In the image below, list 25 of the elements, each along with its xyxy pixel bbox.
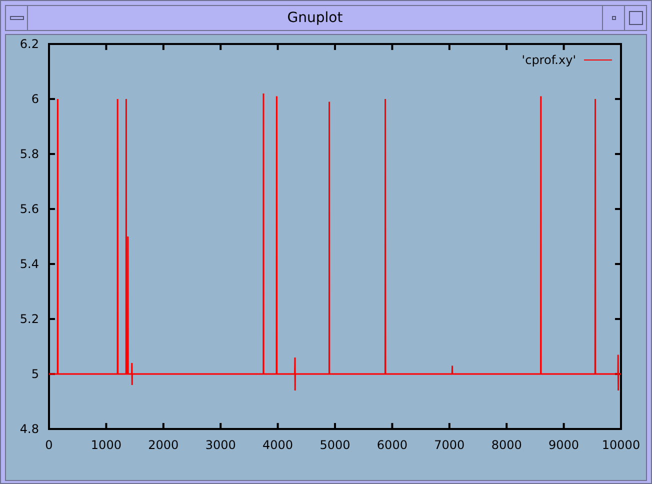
y-tick-label: 5.6 (20, 202, 39, 216)
x-tick-label: 8000 (491, 438, 522, 452)
y-tick-label: 5 (31, 367, 39, 381)
y-tick-label: 5.8 (20, 147, 39, 161)
menu-icon (10, 16, 24, 20)
x-tick-label: 3000 (205, 438, 236, 452)
y-tick-label: 4.8 (20, 422, 39, 436)
minimize-icon (612, 16, 616, 20)
x-tick-label: 9000 (548, 438, 580, 452)
maximize-button[interactable] (624, 6, 646, 30)
x-tick-label: 6000 (376, 438, 408, 452)
x-tick-label: 4000 (262, 438, 294, 452)
legend-label: 'cprof.xy' (522, 53, 576, 67)
x-tick-label: 0 (45, 438, 53, 452)
window-title: Gnuplot (286, 9, 344, 28)
x-tick-label: 7000 (434, 438, 465, 452)
y-tick-label: 5.4 (20, 257, 39, 271)
y-tick-label: 5.2 (20, 312, 39, 326)
y-tick-label: 6 (31, 92, 39, 106)
x-tick-label: 1000 (90, 438, 122, 452)
x-tick-label: 5000 (320, 438, 350, 452)
maximize-icon (628, 11, 642, 25)
x-tick-label: 10000 (602, 438, 640, 452)
y-tick-label: 6.2 (20, 37, 39, 51)
x-tick-label: 2000 (148, 438, 179, 452)
